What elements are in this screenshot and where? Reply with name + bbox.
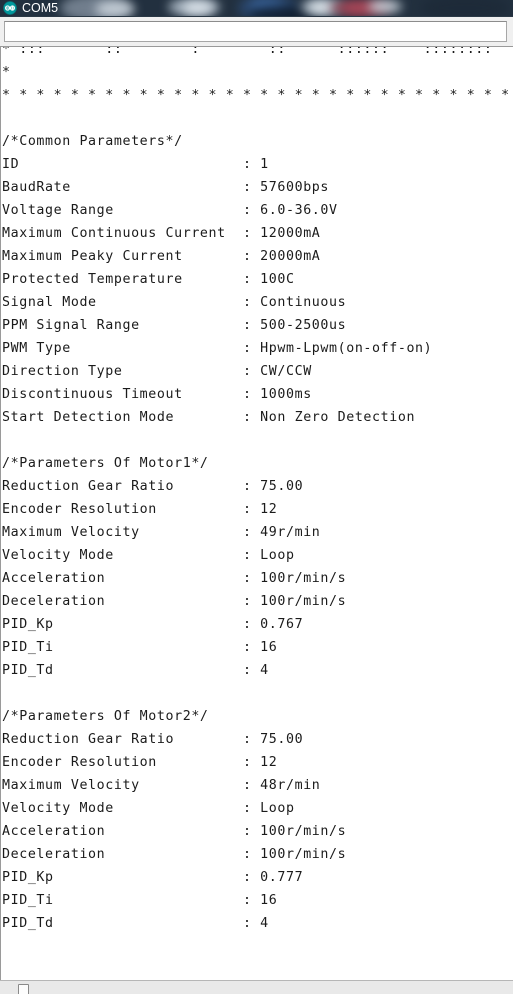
send-toolbar [0,16,513,47]
autoscroll-checkbox[interactable] [18,984,29,994]
send-input[interactable] [4,21,507,42]
window-title: COM5 [22,1,59,15]
statusbar [0,980,513,994]
titlebar-backdrop-blur [95,1,135,16]
titlebar-backdrop-blur [183,2,213,14]
arduino-logo-icon [3,1,17,15]
serial-output-text: * ::: :: : :: :::::: :::::::: :: * * * *… [2,46,510,931]
titlebar-backdrop-blur [420,0,510,16]
serial-monitor-window: COM5 * ::: :: : :: :::::: :::::::: :: * … [0,0,513,994]
serial-output-panel[interactable]: * ::: :: : :: :::::: :::::::: :: * * * *… [0,46,513,981]
titlebar-backdrop-blur [368,0,402,13]
window-titlebar: COM5 [0,0,513,16]
